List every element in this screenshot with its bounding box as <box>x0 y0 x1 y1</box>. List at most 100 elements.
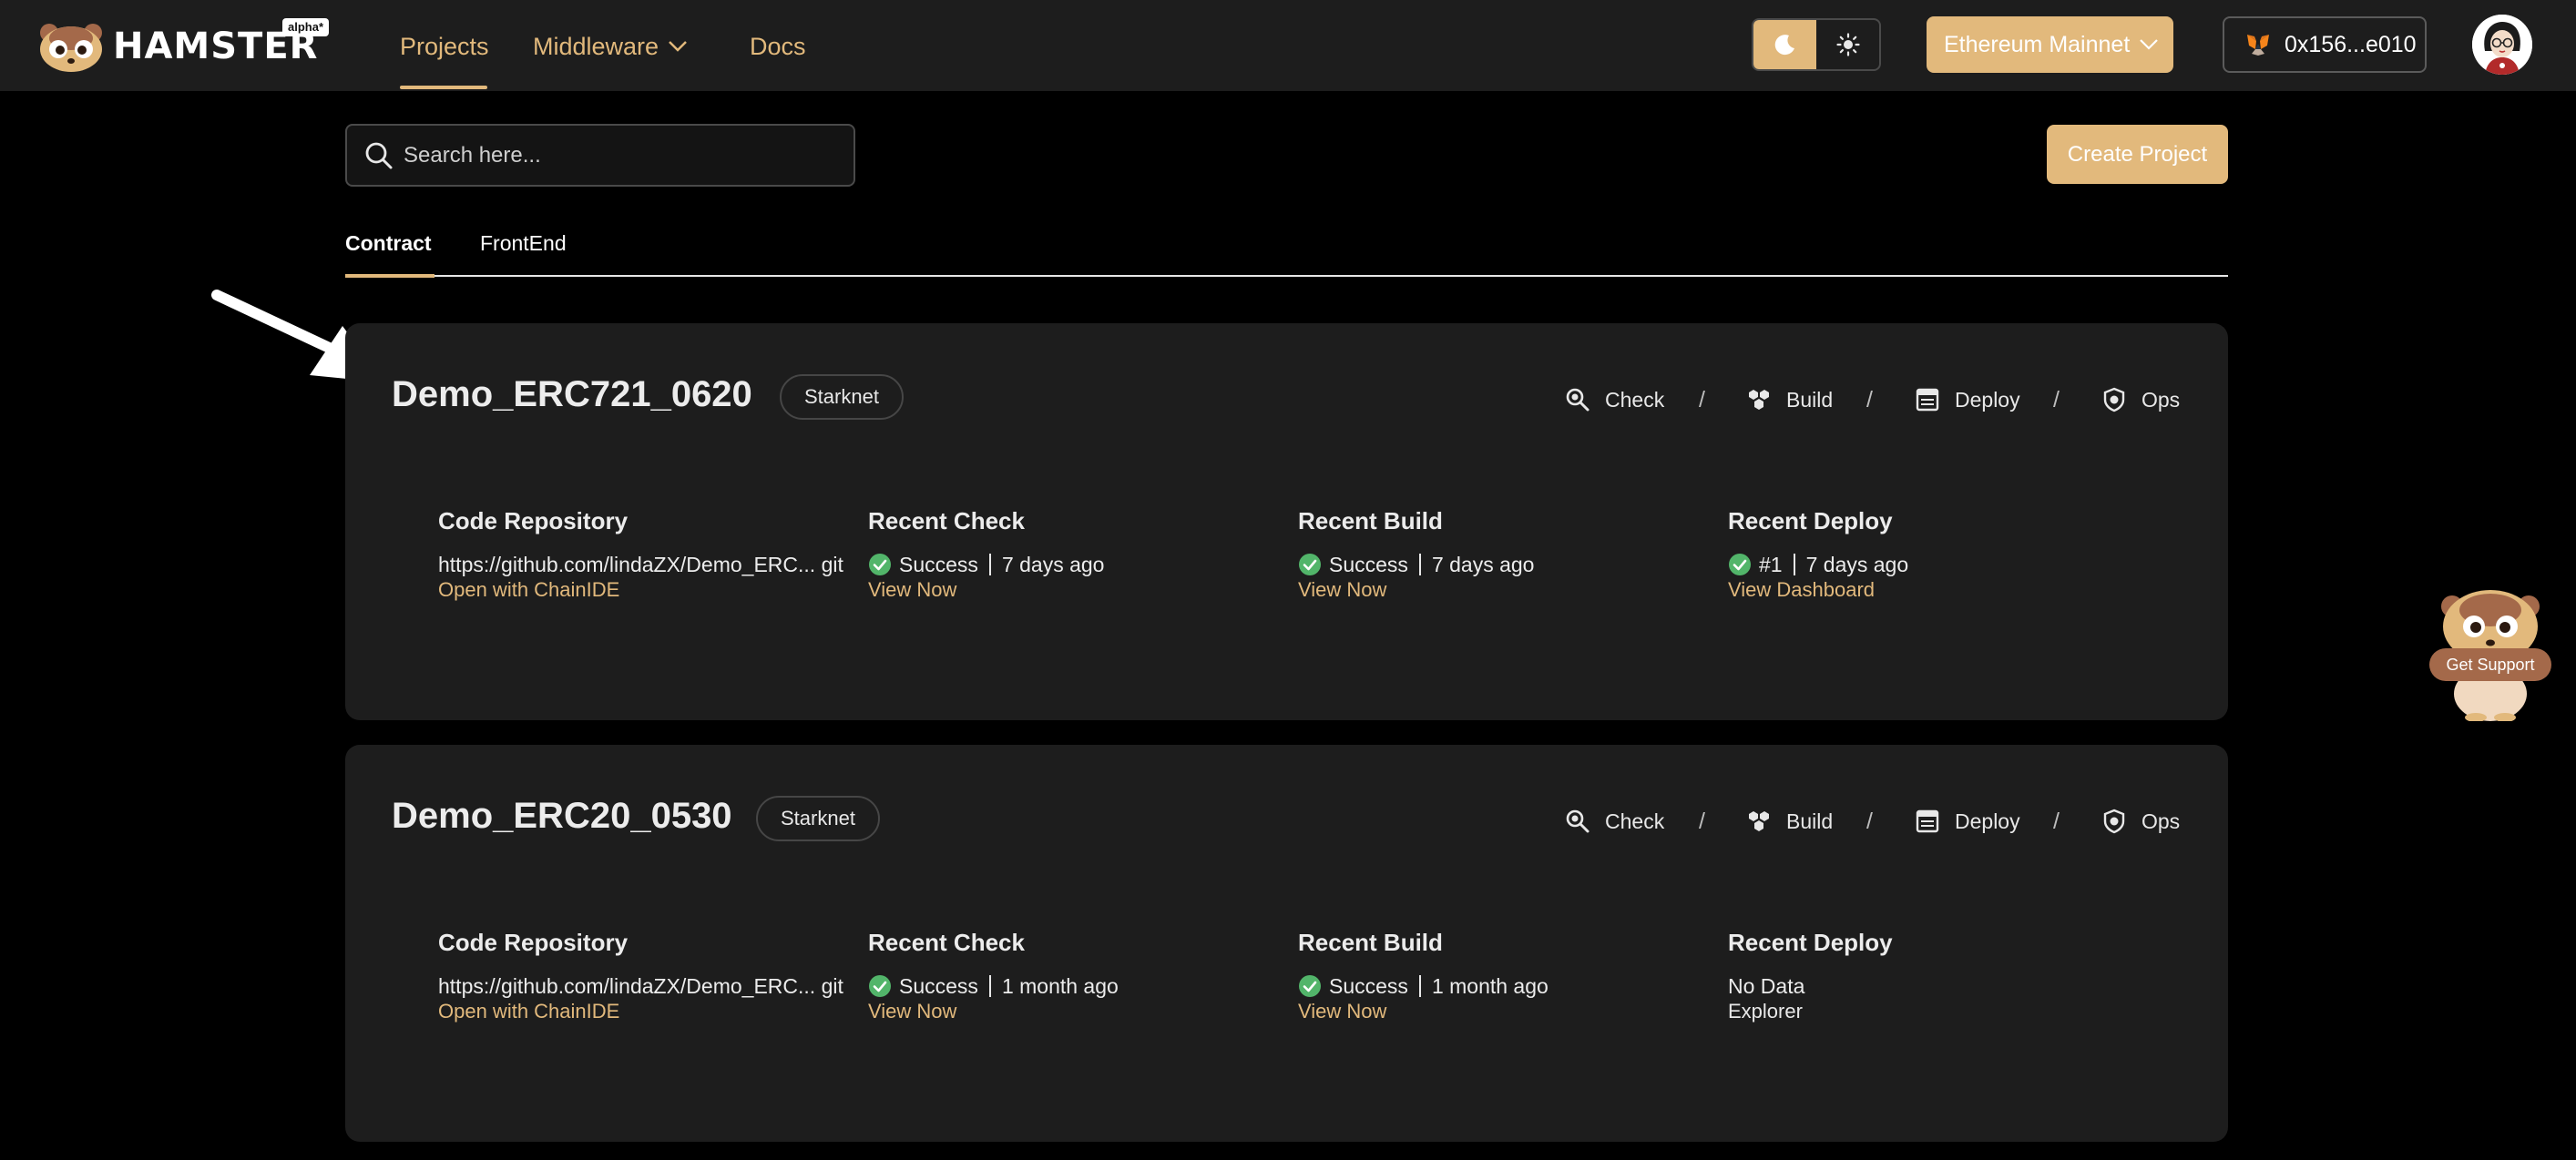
pipeline-ops-label: Ops <box>2142 387 2181 412</box>
user-avatar[interactable] <box>2472 15 2532 75</box>
divider <box>1793 554 1795 575</box>
nav-active-indicator <box>400 86 487 89</box>
deploy-server-icon <box>1916 388 1939 412</box>
view-check-link[interactable]: View Now <box>868 1000 956 1023</box>
nav-middleware-dropdown[interactable]: Middleware <box>533 31 688 62</box>
search-box[interactable] <box>345 124 855 187</box>
view-check-link[interactable]: View Now <box>868 578 956 601</box>
repository-url: https://github.com/lindaZX/Demo_ERC... g… <box>438 973 843 998</box>
section-title: Recent Check <box>868 507 1025 534</box>
pipeline-ops-label: Ops <box>2142 809 2181 833</box>
theme-toggle[interactable] <box>1752 18 1881 71</box>
create-project-button[interactable]: Create Project <box>2047 125 2228 184</box>
pipeline-build-button[interactable]: Build <box>1746 805 1833 838</box>
divider <box>988 975 991 997</box>
alpha-badge: alpha* <box>282 18 330 36</box>
nav-docs[interactable]: Docs <box>750 31 806 62</box>
deploy-number: #1 <box>1759 552 1783 576</box>
build-status: Success 1 month ago <box>1298 972 1699 1000</box>
explorer-link[interactable]: Explorer <box>1728 1000 1803 1023</box>
status-text: Success <box>899 973 978 998</box>
metamask-fox-icon <box>2247 35 2269 56</box>
pipeline-separator: / <box>2053 808 2060 834</box>
divider <box>1418 554 1421 575</box>
open-with-chainide-link[interactable]: Open with ChainIDE <box>438 578 619 601</box>
ops-shield-icon <box>2103 809 2125 834</box>
section-title: Recent Deploy <box>1728 507 1893 534</box>
wallet-address: 0x156...e010 <box>2285 31 2417 57</box>
divider <box>1418 975 1421 997</box>
pipeline-deploy-button[interactable]: Deploy <box>1915 805 2020 838</box>
ops-shield-icon <box>2103 387 2125 412</box>
pipeline-build-label: Build <box>1786 387 1834 412</box>
pipeline-deploy-label: Deploy <box>1955 387 2020 412</box>
divider <box>988 554 991 575</box>
status-time: 7 days ago <box>1431 552 1535 576</box>
network-select[interactable]: Ethereum Mainnet <box>1927 16 2173 73</box>
chevron-down-icon <box>669 41 687 52</box>
section-title: Recent Check <box>868 929 1025 956</box>
open-with-chainide-link[interactable]: Open with ChainIDE <box>438 1000 619 1023</box>
code-repository-section: Code Repository https://github.com/linda… <box>438 507 843 602</box>
view-build-link[interactable]: View Now <box>1298 1000 1386 1023</box>
sun-icon <box>1835 33 1860 56</box>
pipeline-ops-button[interactable]: Ops <box>2101 805 2180 838</box>
deploy-status: No Data <box>1728 973 1805 998</box>
nav-docs-label: Docs <box>750 32 806 60</box>
section-title: Recent Build <box>1298 507 1443 534</box>
code-repository-section: Code Repository https://github.com/linda… <box>438 929 843 1023</box>
success-check-icon <box>1299 554 1321 575</box>
view-build-link[interactable]: View Now <box>1298 578 1386 601</box>
status-time: 1 month ago <box>1001 973 1119 998</box>
pipeline-check-button[interactable]: Check <box>1565 805 1664 838</box>
recent-check-section: Recent Check Success 7 days ago View Now <box>868 507 1269 602</box>
tab-frontend[interactable]: FrontEnd <box>480 231 567 256</box>
status-text: Success <box>1329 973 1408 998</box>
pipeline-build-label: Build <box>1786 809 1834 833</box>
pipeline-ops-button[interactable]: Ops <box>2101 383 2180 416</box>
nav-projects[interactable]: Projects <box>400 31 489 62</box>
get-support-button[interactable]: Get Support <box>2429 648 2551 681</box>
project-card: Demo_ERC721_0620 Starknet Check / Build … <box>345 323 2228 720</box>
dark-theme-button[interactable] <box>1753 20 1816 69</box>
pipeline-build-button[interactable]: Build <box>1746 383 1833 416</box>
create-project-label: Create Project <box>2067 141 2208 167</box>
status-text: Success <box>899 552 978 576</box>
section-title: Code Repository <box>438 929 629 956</box>
project-card: Demo_ERC20_0530 Starknet Check / Build / <box>345 745 2228 1142</box>
pipeline-steps: Check / Build / Deploy / Ops <box>345 805 2228 838</box>
section-title: Code Repository <box>438 507 629 534</box>
light-theme-button[interactable] <box>1816 20 1879 69</box>
status-time: 7 days ago <box>1001 552 1105 576</box>
moon-icon <box>1774 35 1794 56</box>
wallet-button[interactable]: 0x156...e010 <box>2223 16 2427 73</box>
recent-deploy-section: Recent Deploy No Data Explorer <box>1728 929 2129 1023</box>
build-status: Success 7 days ago <box>1298 551 1699 578</box>
avatar-icon <box>2472 15 2532 75</box>
project-type-tabs: Contract FrontEnd <box>345 229 2228 278</box>
pipeline-check-label: Check <box>1605 809 1665 833</box>
view-dashboard-link[interactable]: View Dashboard <box>1728 578 1875 601</box>
nav-projects-label: Projects <box>400 32 489 60</box>
pipeline-separator: / <box>1699 808 1705 834</box>
section-title: Recent Deploy <box>1728 929 1893 956</box>
pipeline-check-label: Check <box>1605 387 1665 412</box>
top-navigation-bar: HAMSTER alpha* Projects Middleware Docs <box>0 0 2576 91</box>
hamster-logo[interactable]: HAMSTER alpha* <box>36 18 330 73</box>
pipeline-deploy-label: Deploy <box>1955 809 2020 833</box>
search-input[interactable] <box>404 142 823 168</box>
network-select-value: Ethereum Mainnet <box>1944 31 2131 57</box>
pipeline-check-button[interactable]: Check <box>1565 383 1664 416</box>
pipeline-separator: / <box>2053 386 2060 412</box>
hamster-logo-icon <box>40 24 102 72</box>
check-magnifier-icon <box>1566 388 1590 412</box>
deploy-status: #1 7 days ago <box>1728 551 2129 578</box>
build-cubes-icon <box>1749 811 1769 831</box>
status-time: 7 days ago <box>1805 552 1909 576</box>
check-status: Success 1 month ago <box>868 972 1269 1000</box>
pipeline-steps: Check / Build / Deploy / Ops <box>345 383 2228 416</box>
pipeline-separator: / <box>1866 386 1873 412</box>
pipeline-deploy-button[interactable]: Deploy <box>1915 383 2020 416</box>
tab-contract[interactable]: Contract <box>345 231 432 256</box>
pipeline-separator: / <box>1866 808 1873 834</box>
